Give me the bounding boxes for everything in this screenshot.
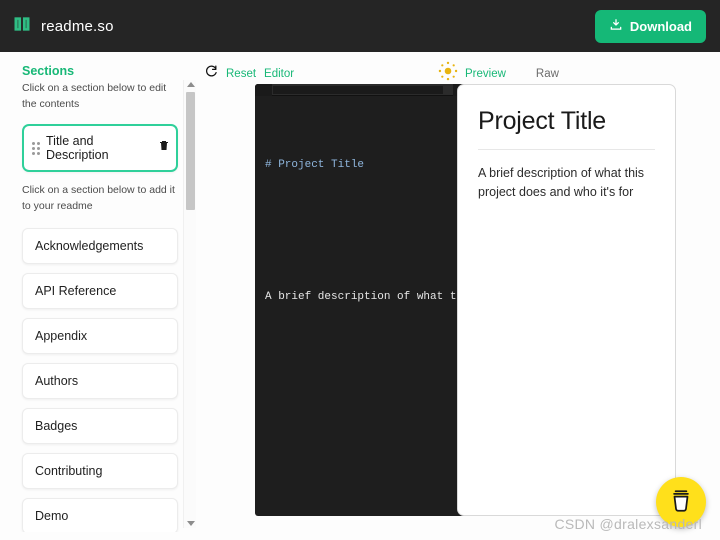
markdown-editor[interactable]: # Project Title A brief description of w… — [255, 84, 470, 516]
coffee-cup-icon — [668, 488, 694, 517]
editor-toolbar: Reset Editor — [200, 62, 455, 86]
reset-button[interactable]: Reset — [226, 68, 256, 80]
scrollbar-thumb[interactable] — [186, 92, 195, 210]
scroll-down-arrow-icon[interactable] — [187, 521, 195, 526]
sections-scroll-area[interactable]: Click on a section below to edit the con… — [0, 80, 200, 532]
brand-name: readme.so — [41, 17, 114, 35]
tab-raw[interactable]: Raw — [536, 68, 559, 80]
editor-heading-line: # Project Title — [265, 159, 365, 171]
available-sections-list: Acknowledgements API Reference Appendix … — [22, 228, 178, 532]
editor-body-line: A brief description of what this pro — [265, 291, 470, 303]
sections-sidebar: Sections Click on a section below to edi… — [0, 52, 200, 540]
editor-column: Reset Editor # Project Title A brief des… — [200, 52, 470, 540]
editor-tab[interactable]: Editor — [264, 68, 294, 80]
download-label: Download — [629, 18, 692, 34]
list-item[interactable]: Acknowledgements — [22, 228, 178, 264]
preview-divider — [478, 149, 655, 150]
scroll-left-arrow-icon[interactable] — [255, 84, 272, 96]
main-area: Sections Click on a section below to edi… — [0, 52, 720, 540]
scroll-up-arrow-icon[interactable] — [187, 82, 195, 87]
list-item[interactable]: API Reference — [22, 273, 178, 309]
preview-tabs: Preview Raw — [455, 62, 720, 86]
list-item[interactable]: Appendix — [22, 318, 178, 354]
trash-icon[interactable] — [158, 139, 170, 157]
preview-description: A brief description of what this project… — [478, 166, 645, 199]
tab-preview[interactable]: Preview — [465, 68, 506, 80]
download-icon — [609, 18, 623, 35]
preview-title: Project Title — [478, 107, 607, 135]
list-item[interactable]: Contributing — [22, 453, 178, 489]
editor-blank-line — [265, 220, 460, 242]
preview-panel: Project Title A brief description of wha… — [457, 84, 676, 516]
buy-me-a-coffee-button[interactable] — [656, 477, 706, 527]
open-book-icon — [12, 14, 32, 39]
list-item[interactable]: Badges — [22, 408, 178, 444]
editor-scrollbar-thumb[interactable] — [273, 86, 443, 94]
sections-title: Sections — [22, 64, 75, 78]
drag-handle-icon[interactable] — [32, 141, 40, 155]
list-item[interactable]: Demo — [22, 498, 178, 532]
app-header: readme.so Download — [0, 0, 720, 52]
brand[interactable]: readme.so — [12, 14, 114, 39]
sidebar-item-title-and-description[interactable]: Title and Description — [22, 124, 178, 172]
refresh-icon[interactable] — [205, 65, 218, 83]
editor-text-area[interactable]: # Project Title A brief description of w… — [255, 96, 470, 366]
active-section-label: Title and Description — [46, 134, 109, 162]
helper-text-edit: Click on a section below to edit the con… — [22, 82, 167, 110]
editor-horizontal-scrollbar[interactable] — [255, 84, 470, 96]
preview-column: Preview Raw Project Title A brief descri… — [455, 52, 720, 540]
sidebar-heading-block: Sections — [0, 64, 200, 78]
list-item[interactable]: Authors — [22, 363, 178, 399]
readme-editor-app: readme.so Download Sections Click on a s… — [0, 0, 720, 540]
helper-text-add: Click on a section below to add it to yo… — [22, 184, 175, 212]
sidebar-scrollbar[interactable] — [183, 80, 196, 528]
download-button[interactable]: Download — [594, 9, 706, 43]
